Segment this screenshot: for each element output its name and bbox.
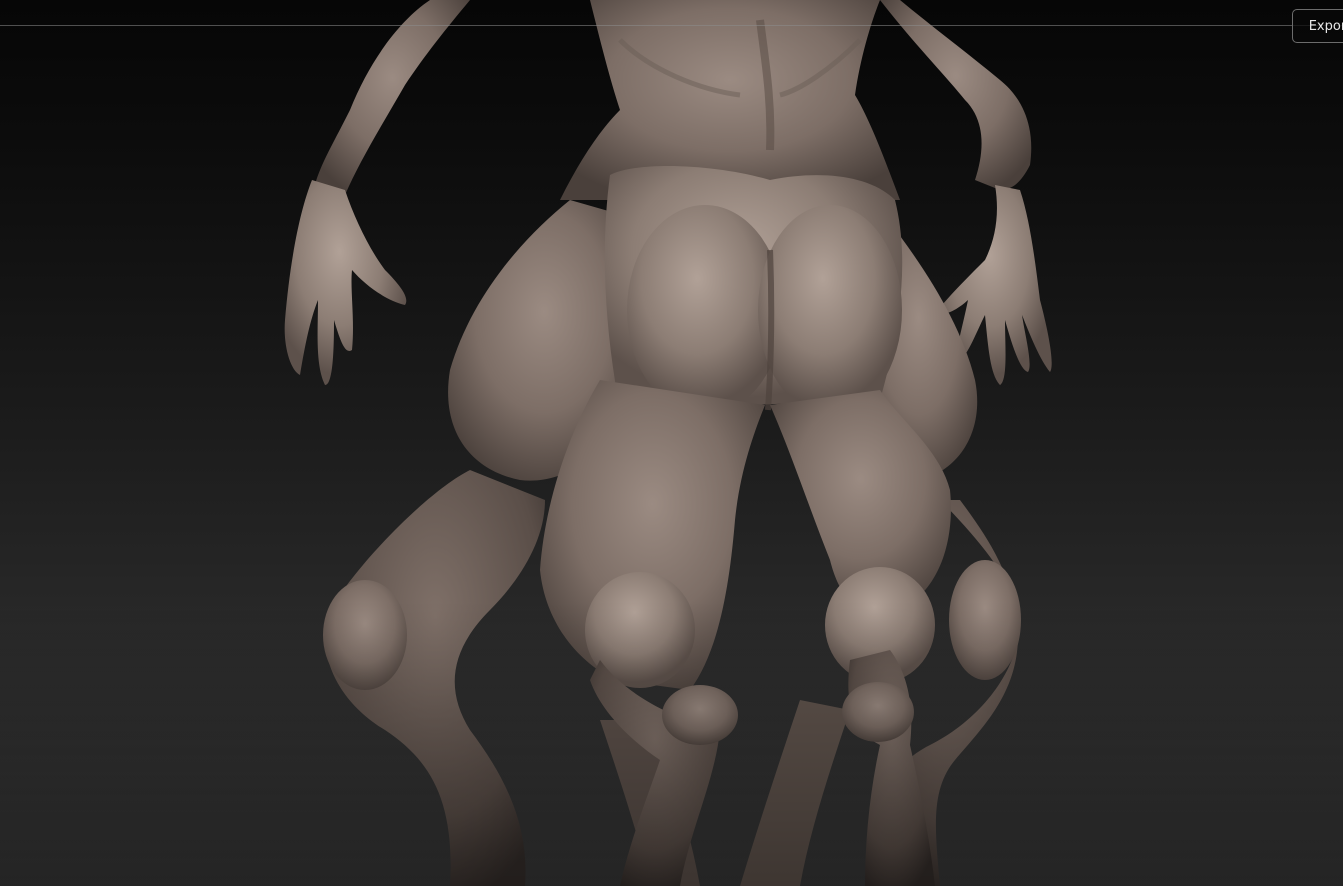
- torso-back: [560, 0, 900, 200]
- viewport-guide-line: [0, 25, 1343, 26]
- glute-cleft: [765, 249, 775, 411]
- export-button[interactable]: Export: [1292, 9, 1343, 43]
- hand-left: [284, 180, 407, 385]
- sculpt-viewport[interactable]: Export: [0, 0, 1343, 886]
- arm-left: [315, 0, 470, 195]
- glute-right: [758, 205, 902, 415]
- creature-sculpt-model: [0, 0, 1343, 886]
- arm-right: [880, 0, 1032, 190]
